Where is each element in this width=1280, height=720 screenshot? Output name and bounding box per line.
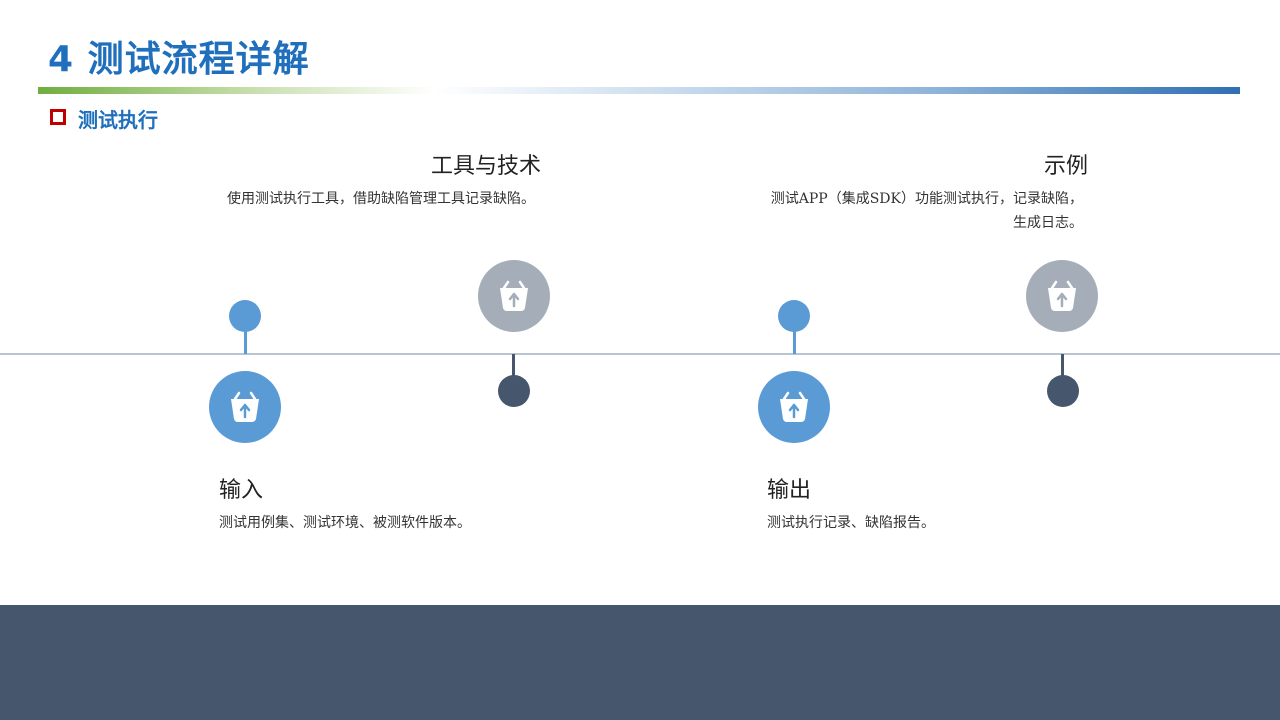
tools-basket-icon (478, 260, 550, 332)
step-text-input: 测试用例集、测试环境、被测软件版本。 (219, 515, 471, 531)
step-text-example-line1: 测试APP（集成SDK）功能测试执行，记录缺陷， (770, 191, 1083, 207)
timeline-node-output (778, 300, 810, 332)
step-text-example-line2: 生成日志。 (1013, 215, 1083, 231)
input-basket-icon (209, 371, 281, 443)
step-heading-output: 输出 (767, 478, 812, 503)
step-heading-example: 示例 (1043, 154, 1088, 179)
example-basket-icon (1026, 260, 1098, 332)
output-basket-icon (758, 371, 830, 443)
timeline-stem-input (244, 330, 247, 354)
step-text-tools: 使用测试执行工具，借助缺陷管理工具记录缺陷。 (227, 191, 535, 207)
square-bullet-icon (50, 109, 66, 125)
timeline-node-example (1047, 375, 1079, 407)
timeline-axis (0, 353, 1280, 355)
section-subtitle: 测试执行 (78, 108, 158, 132)
timeline-stem-output (793, 330, 796, 354)
slide-title: 4 测试流程详解 (48, 39, 310, 80)
title-underline (38, 87, 1240, 94)
timeline-node-tools (498, 375, 530, 407)
footer-band (0, 605, 1280, 720)
timeline-node-input (229, 300, 261, 332)
step-heading-tools: 工具与技术 (430, 154, 541, 179)
step-text-output: 测试执行记录、缺陷报告。 (767, 515, 935, 531)
step-heading-input: 输入 (219, 478, 264, 503)
